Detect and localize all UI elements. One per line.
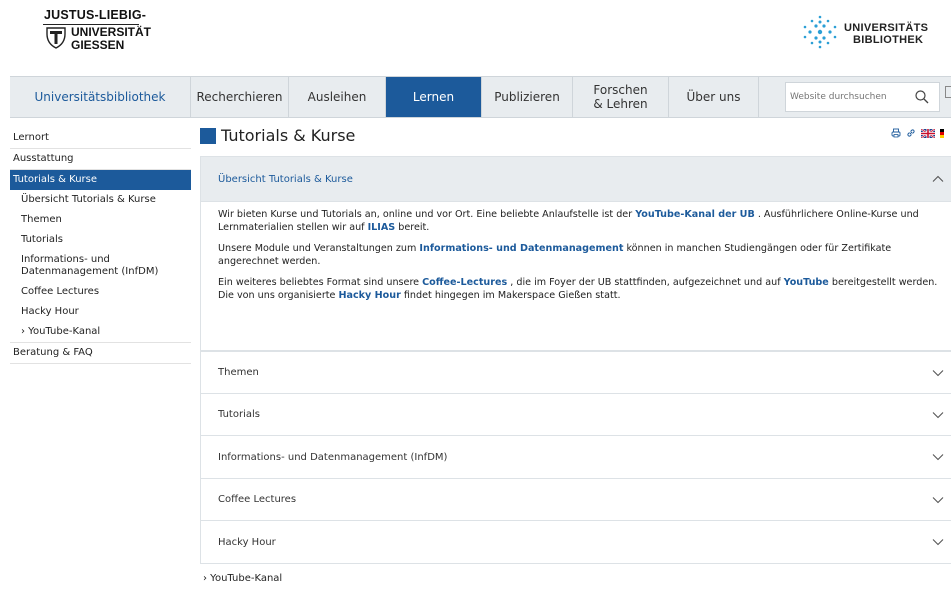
accordion-infdm: Informations- und Datenmanagement (InfDM… xyxy=(200,435,951,479)
logo-text-line1: JUSTUS-LIEBIG- xyxy=(44,8,147,22)
intro-paragraph-3: Ein weiteres beliebtes Format sind unser… xyxy=(218,277,939,302)
chevron-down-icon[interactable] xyxy=(931,366,945,380)
coffee-lectures-link[interactable]: Coffee-Lectures xyxy=(422,277,507,288)
text: Ein weiteres beliebtes Format sind unser… xyxy=(218,277,423,288)
youtube-link[interactable]: YouTube xyxy=(784,277,829,288)
chevron-down-icon[interactable] xyxy=(931,450,945,464)
page-title-text: Tutorials & Kurse xyxy=(221,126,356,145)
menu-edge-icon[interactable] xyxy=(945,86,951,98)
nav-item-ausleihen[interactable]: Ausleihen xyxy=(289,77,386,117)
search-box xyxy=(785,82,940,112)
uk-flag-icon[interactable] xyxy=(921,128,935,138)
youtube-kanal-bottom-link[interactable]: › YouTube-Kanal xyxy=(200,563,951,593)
text: findet hingegen im Makerspace Gießen sta… xyxy=(400,289,621,301)
sidebar-subitem-themen[interactable]: Themen xyxy=(10,210,191,230)
sidebar-subitem-youtube[interactable]: › YouTube-Kanal xyxy=(10,322,191,343)
accordion-header-themen[interactable]: Themen xyxy=(201,352,951,393)
sidebar-subitem-infdm[interactable]: Informations- und Datenmanagement (InfDM… xyxy=(10,250,191,282)
nav-item-lernen[interactable]: Lernen xyxy=(386,77,482,117)
sidebar: Lernort Ausstattung Tutorials & Kurse Üb… xyxy=(10,128,191,364)
ub-logo-line1: UNIVERSITÄTS xyxy=(844,22,929,34)
accordion-header-coffee-lectures[interactable]: Coffee Lectures xyxy=(201,479,951,520)
print-icon[interactable] xyxy=(891,128,901,138)
accordion-title: Informations- und Datenmanagement (InfDM… xyxy=(218,451,448,463)
accordion-header-infdm[interactable]: Informations- und Datenmanagement (InfDM… xyxy=(201,436,951,478)
logo-text-line3: GIESSEN xyxy=(71,38,125,52)
sidebar-subitem-uebersicht[interactable]: Übersicht Tutorials & Kurse xyxy=(10,190,191,210)
logo-text-line2: UNIVERSITÄT xyxy=(71,25,152,39)
sidebar-item-lernort[interactable]: Lernort xyxy=(10,128,191,149)
de-flag-icon[interactable] xyxy=(940,128,944,138)
nav-item-forschen-lehren[interactable]: Forschen & Lehren xyxy=(573,77,669,117)
accordion-title: Hacky Hour xyxy=(218,536,276,548)
chevron-down-icon[interactable] xyxy=(931,493,945,507)
link-icon[interactable] xyxy=(906,128,916,138)
sidebar-subitem-tutorials[interactable]: Tutorials xyxy=(10,230,191,250)
ub-logo[interactable]: UNIVERSITÄTS BIBLIOTHEK xyxy=(800,14,951,54)
accordion-hacky-hour: Hacky Hour xyxy=(200,520,951,564)
intro-paragraph-2: Unsere Module und Veranstaltungen zum In… xyxy=(218,243,939,268)
intro-paragraph-1: Wir bieten Kurse und Tutorials an, onlin… xyxy=(218,209,939,234)
sidebar-subitem-coffee-lectures[interactable]: Coffee Lectures xyxy=(10,282,191,302)
search-icon[interactable] xyxy=(915,90,929,104)
ub-logo-line2: BIBLIOTHEK xyxy=(853,34,924,46)
chevron-down-icon[interactable] xyxy=(931,408,945,422)
text: , die im Foyer der UB stattfinden, aufge… xyxy=(507,277,784,288)
title-square-icon xyxy=(200,127,216,144)
ilias-link[interactable]: ILIAS xyxy=(368,222,396,233)
accordion-title: Themen xyxy=(218,367,259,378)
sidebar-item-tutorials-kurse[interactable]: Tutorials & Kurse xyxy=(10,170,191,190)
sidebar-subitem-hacky-hour[interactable]: Hacky Hour xyxy=(10,302,191,322)
accordion-header-hacky-hour[interactable]: Hacky Hour xyxy=(201,521,951,563)
nav-home[interactable]: Universitätsbibliothek xyxy=(10,77,191,117)
accordion-tutorials: Tutorials xyxy=(200,393,951,436)
youtube-kanal-link[interactable]: YouTube-Kanal der UB xyxy=(635,209,755,220)
jlu-logo[interactable]: JUSTUS-LIEBIG- UNIVERSITÄT GIESSEN xyxy=(43,7,173,62)
nav-item-recherchieren[interactable]: Recherchieren xyxy=(191,77,289,117)
accordion-themen: Themen xyxy=(200,351,951,394)
accordion-header-uebersicht[interactable]: Übersicht Tutorials & Kurse xyxy=(201,157,951,202)
sidebar-item-ausstattung[interactable]: Ausstattung xyxy=(10,149,191,170)
ub-dots-icon xyxy=(803,15,837,49)
accordion-uebersicht: Übersicht Tutorials & Kurse Wir bieten K… xyxy=(200,156,951,351)
text: Unsere Module und Veranstaltungen zum xyxy=(218,243,420,254)
accordion-title: Übersicht Tutorials & Kurse xyxy=(218,173,353,185)
text: bereit. xyxy=(395,221,430,233)
hacky-hour-link[interactable]: Hacky Hour xyxy=(338,290,400,301)
infdm-link[interactable]: Informations- und Datenmanagement xyxy=(419,243,623,254)
text: Wir bieten Kurse und Tutorials an, onlin… xyxy=(218,209,636,220)
nav-item-ueber-uns[interactable]: Über uns xyxy=(669,77,759,117)
search-input[interactable] xyxy=(790,92,910,102)
accordion-body: Wir bieten Kurse und Tutorials an, onlin… xyxy=(201,202,951,302)
accordion-title: Coffee Lectures xyxy=(218,494,297,505)
sidebar-item-beratung-faq[interactable]: Beratung & FAQ xyxy=(10,343,191,364)
accordion-title: Tutorials xyxy=(218,409,260,420)
chevron-down-icon[interactable] xyxy=(931,535,945,549)
chevron-up-icon[interactable] xyxy=(931,172,945,186)
accordion-coffee-lectures: Coffee Lectures xyxy=(200,478,951,521)
page-tools xyxy=(891,128,944,138)
page-title: Tutorials & Kurse xyxy=(200,126,355,145)
university-t-icon xyxy=(46,27,66,49)
nav-item-publizieren[interactable]: Publizieren xyxy=(482,77,573,117)
accordion-header-tutorials[interactable]: Tutorials xyxy=(201,394,951,435)
